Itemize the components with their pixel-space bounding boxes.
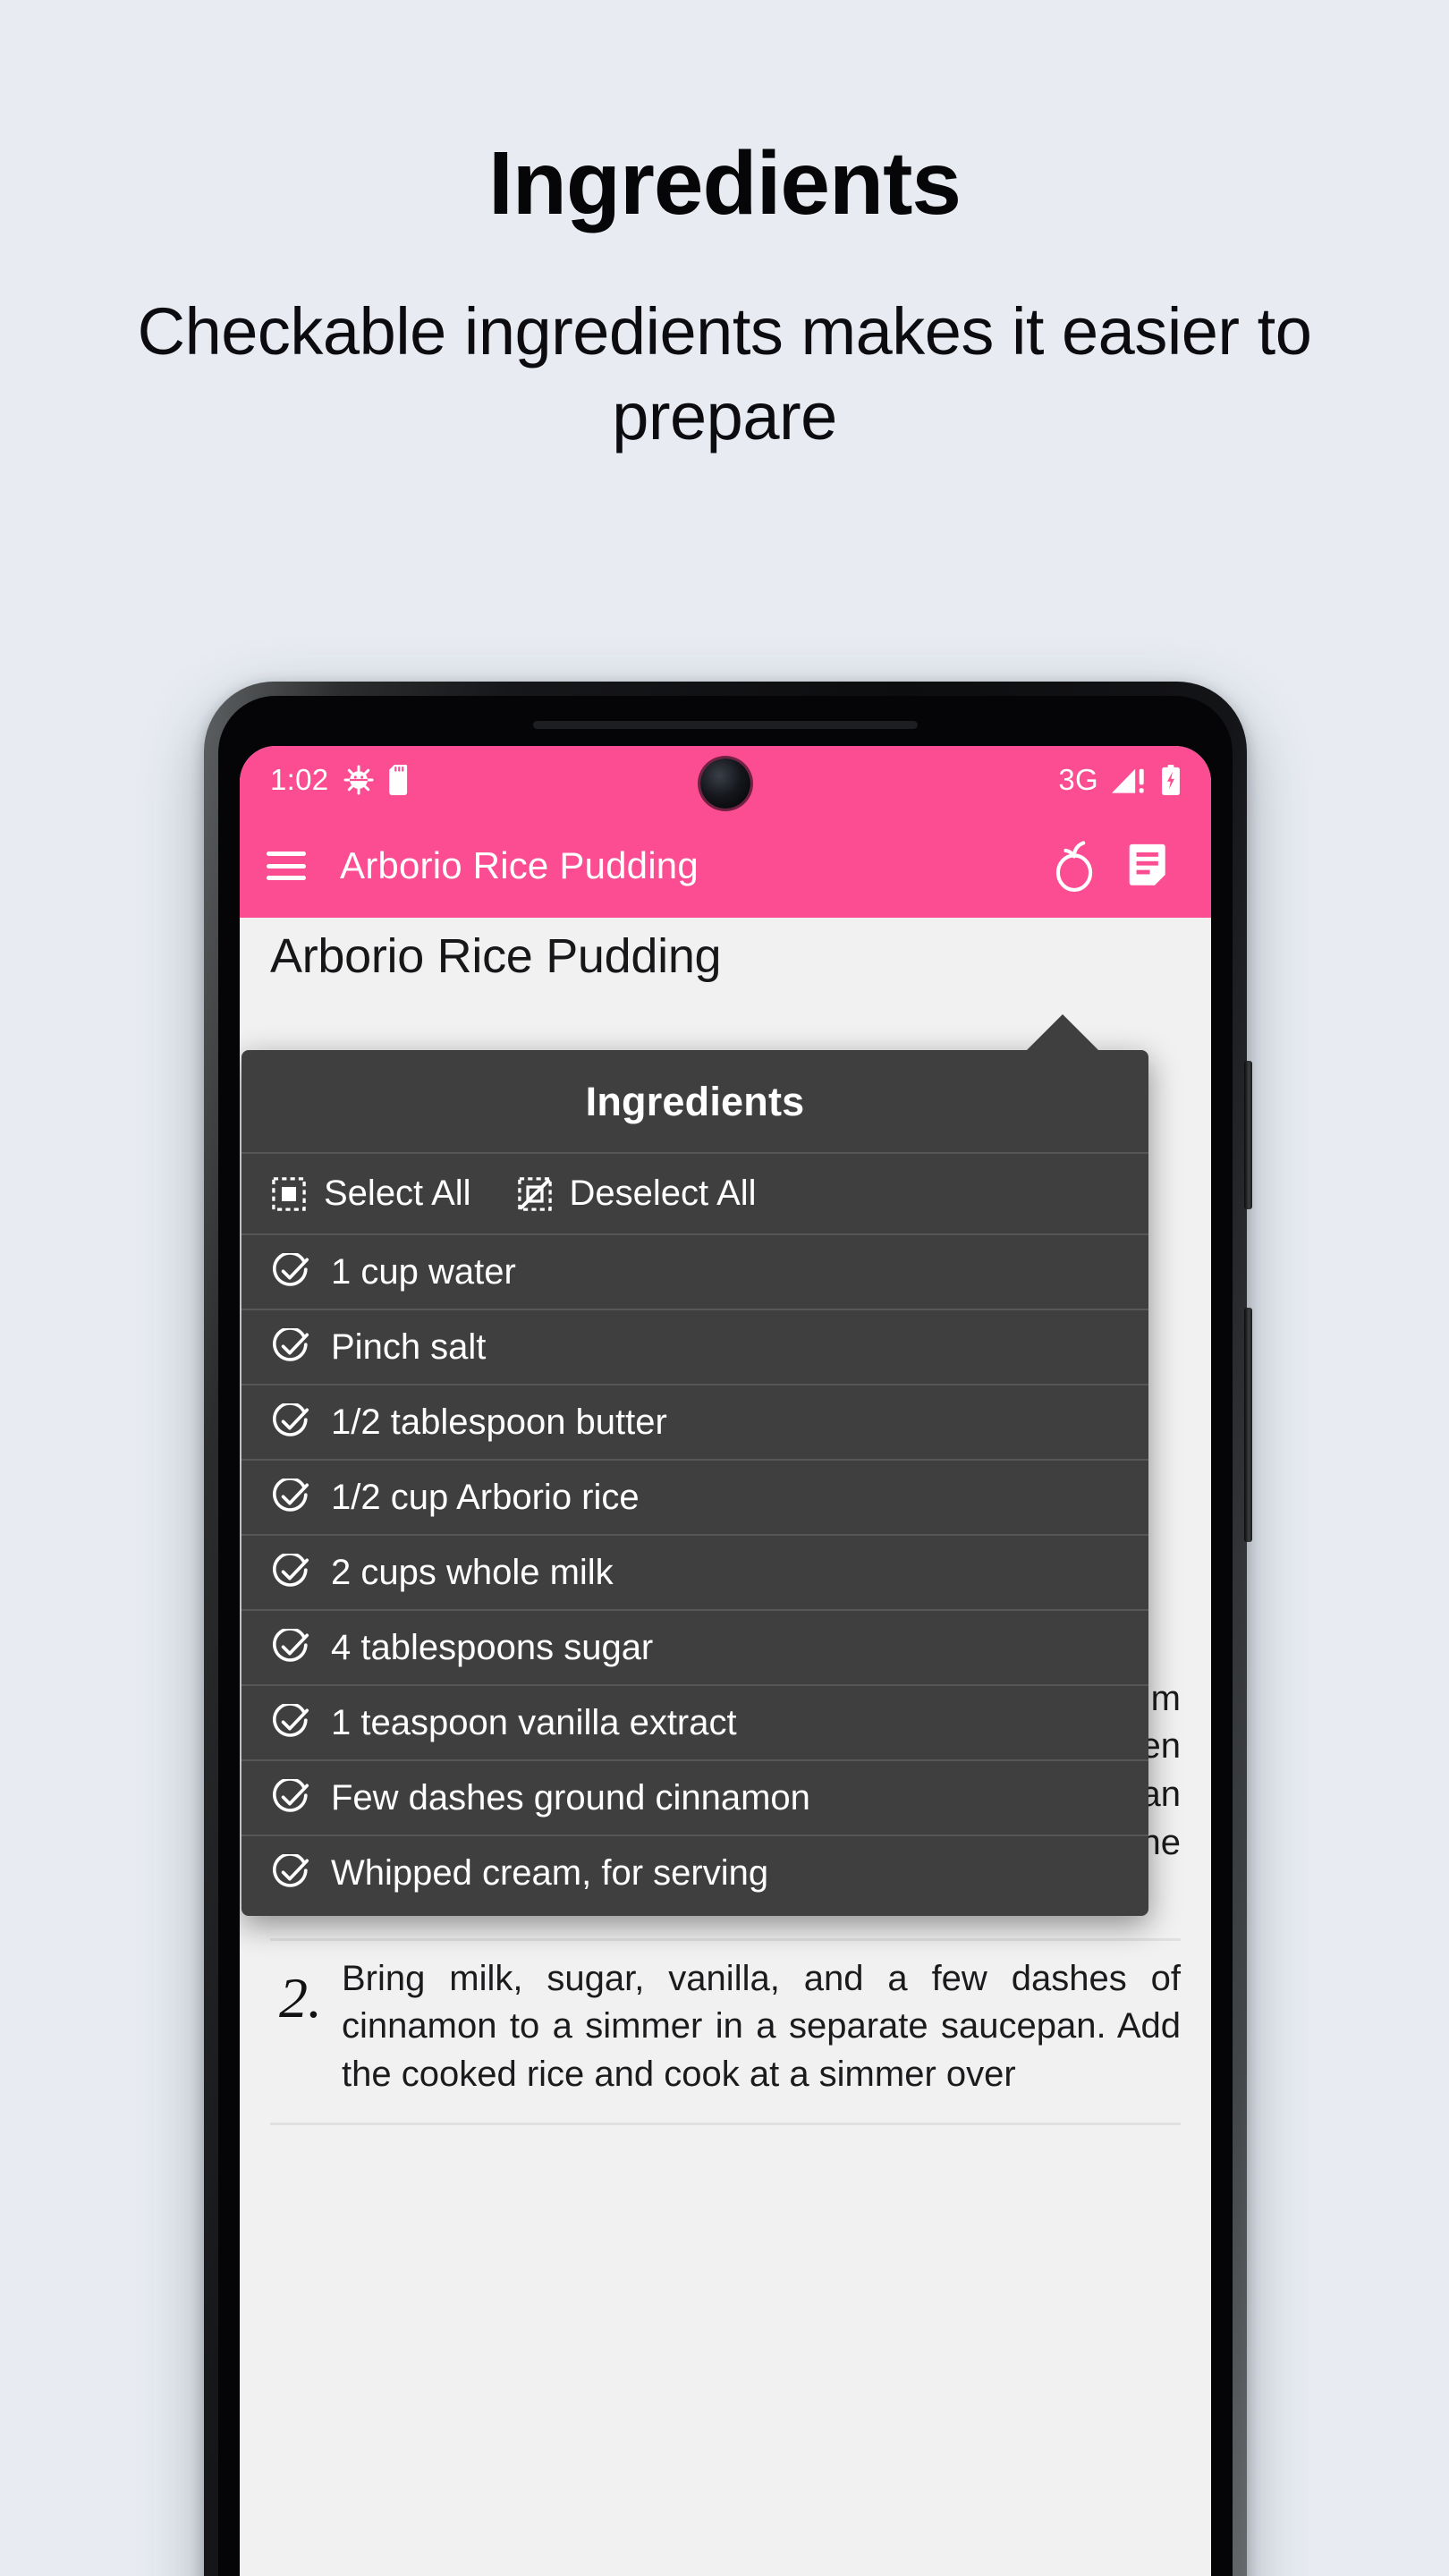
promo-screenshot: Ingredients Checkable ingredients makes … (0, 0, 1449, 2576)
deselect-all-button[interactable]: Deselect All (517, 1174, 757, 1214)
app-bar-actions (1052, 840, 1184, 892)
fruit-outline-icon[interactable] (1052, 840, 1097, 892)
circle-check-icon[interactable] (272, 1779, 309, 1817)
circle-check-icon[interactable] (272, 1554, 309, 1591)
status-bar-left: 1:02 (270, 763, 412, 797)
app-bar: Arborio Rice Pudding (240, 814, 1211, 918)
phone-volume-button[interactable] (1244, 1061, 1252, 1209)
circle-check-icon[interactable] (272, 1704, 309, 1741)
status-clock: 1:02 (270, 763, 329, 796)
ingredient-label: Few dashes ground cinnamon (331, 1778, 810, 1818)
phone-frame: 1:02 3G Arborio Rice Pudding Arborio Ric… (204, 682, 1252, 2576)
ingredient-label: Pinch salt (331, 1327, 487, 1367)
recipe-heading: Arborio Rice Pudding (270, 929, 722, 983)
circle-check-icon[interactable] (272, 1479, 309, 1516)
promo-subtitle: Checkable ingredients makes it easier to… (137, 294, 1312, 453)
app-bar-title: Arborio Rice Pudding (340, 844, 699, 886)
ingredient-row[interactable]: 4 tablespoons sugar (242, 1611, 1148, 1686)
popup-title: Ingredients (585, 1079, 805, 1124)
deselect-all-label: Deselect All (569, 1174, 757, 1213)
circle-check-icon[interactable] (272, 1328, 309, 1366)
ingredient-label: 1 cup water (331, 1252, 516, 1292)
select-all-icon (272, 1176, 306, 1211)
status-bar-right: 3G (1058, 763, 1181, 797)
instruction-step: 2. Bring milk, sugar, vanilla, and a few… (270, 1941, 1181, 2125)
step-number: 2. (279, 1965, 322, 2029)
select-all-label: Select All (324, 1174, 471, 1213)
front-camera-punch-hole (700, 758, 750, 809)
deselect-all-icon (517, 1176, 552, 1211)
circle-check-icon[interactable] (272, 1629, 309, 1666)
ingredient-label: 1/2 cup Arborio rice (331, 1478, 640, 1517)
popup-arrow (1025, 1014, 1100, 1052)
signal-warning-icon (1112, 765, 1148, 795)
step-text: Bring milk, sugar, vanilla, and a few da… (342, 1958, 1181, 2094)
promo-title: Ingredients (488, 133, 962, 233)
circle-check-icon[interactable] (272, 1403, 309, 1441)
circle-check-icon[interactable] (272, 1854, 309, 1892)
android-bugdroid-icon (343, 765, 374, 795)
ingredient-row[interactable]: 1 cup water (242, 1235, 1148, 1310)
recipe-content: Arborio Rice Pudding dishes, even for de… (240, 918, 1211, 2576)
phone-power-button[interactable] (1244, 1308, 1252, 1542)
ingredient-label: 4 tablespoons sugar (331, 1628, 654, 1667)
ingredient-row[interactable]: Pinch salt (242, 1310, 1148, 1385)
ingredient-row[interactable]: 1/2 tablespoon butter (242, 1385, 1148, 1461)
earpiece-speaker (533, 721, 918, 729)
battery-charging-icon (1161, 765, 1181, 795)
ingredient-label: 2 cups whole milk (331, 1553, 614, 1592)
phone-screen: 1:02 3G Arborio Rice Pudding Arborio Ric… (240, 746, 1211, 2576)
ingredient-label: 1/2 tablespoon butter (331, 1402, 667, 1442)
ingredient-row[interactable]: 1/2 cup Arborio rice (242, 1461, 1148, 1536)
ingredient-label: 1 teaspoon vanilla extract (331, 1703, 737, 1742)
ingredient-row[interactable]: 2 cups whole milk (242, 1536, 1148, 1611)
network-type-label: 3G (1058, 763, 1098, 796)
hamburger-menu-icon[interactable] (267, 852, 306, 880)
promo-header: Ingredients Checkable ingredients makes … (0, 0, 1449, 459)
popup-action-row: Select All Deselect All (242, 1154, 1148, 1235)
ingredient-label: Whipped cream, for serving (331, 1853, 769, 1893)
sd-card-icon (389, 765, 412, 795)
ingredients-popup: Ingredients Select All Deselect All 1 cu… (242, 1014, 1148, 1916)
ingredient-row[interactable]: Few dashes ground cinnamon (242, 1761, 1148, 1836)
ingredient-row[interactable]: 1 teaspoon vanilla extract (242, 1686, 1148, 1761)
recipe-notes-icon[interactable] (1129, 842, 1174, 890)
circle-check-icon[interactable] (272, 1253, 309, 1291)
select-all-button[interactable]: Select All (272, 1174, 471, 1214)
ingredient-list: 1 cup water Pinch salt 1/2 tablespoon butt… (242, 1235, 1148, 1916)
status-bar: 1:02 3G (240, 746, 1211, 814)
ingredient-row[interactable]: Whipped cream, for serving (242, 1836, 1148, 1916)
